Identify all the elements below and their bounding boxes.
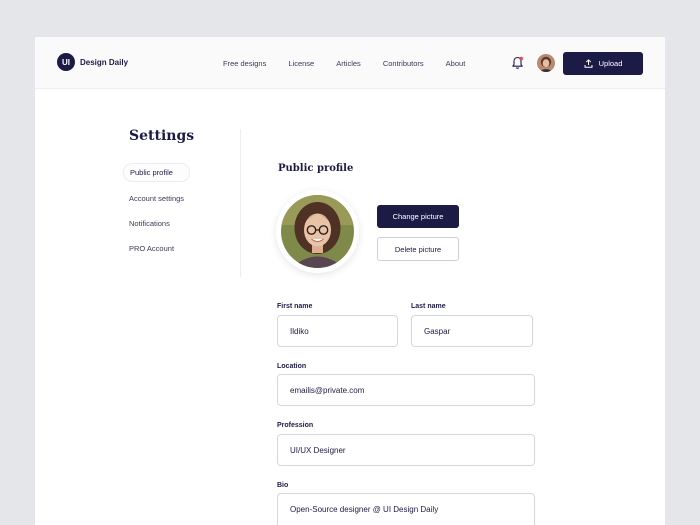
last-name-field[interactable]: Gaspar: [411, 315, 533, 347]
user-avatar[interactable]: [537, 54, 555, 72]
sidebar-item-account-settings[interactable]: Account settings: [123, 190, 190, 207]
page-title: Settings: [129, 128, 194, 144]
logo-mark: UI: [57, 53, 75, 71]
notification-dot: [519, 57, 523, 61]
profession-label: Profession: [277, 422, 313, 429]
sidebar-item-notifications[interactable]: Notifications: [123, 215, 190, 232]
first-name-field[interactable]: Ildiko: [277, 315, 398, 347]
bell-icon[interactable]: [511, 56, 524, 70]
delete-picture-button[interactable]: Delete picture: [377, 237, 459, 261]
section-title: Public profile: [278, 163, 353, 174]
nav-link-license[interactable]: License: [288, 59, 314, 68]
nav-link-contributors[interactable]: Contributors: [383, 59, 424, 68]
bio-field[interactable]: Open-Source designer @ UI Design Daily: [277, 493, 535, 525]
upload-button[interactable]: Upload: [563, 52, 643, 75]
location-field[interactable]: emailis@private.com: [277, 374, 535, 406]
last-name-label: Last name: [411, 303, 446, 310]
nav-link-free-designs[interactable]: Free designs: [223, 59, 266, 68]
sidebar-item-public-profile[interactable]: Public profile: [123, 163, 190, 182]
logo-text: Design Daily: [80, 58, 128, 67]
first-name-label: First name: [277, 303, 312, 310]
profile-picture: [276, 190, 359, 273]
nav-link-about[interactable]: About: [446, 59, 466, 68]
upload-label: Upload: [599, 59, 623, 68]
nav-link-articles[interactable]: Articles: [336, 59, 361, 68]
sidebar-divider: [240, 129, 241, 277]
upload-icon: [584, 59, 593, 68]
sidebar-item-pro-account[interactable]: PRO Account: [123, 240, 190, 257]
settings-sidebar: Public profile Account settings Notifica…: [123, 163, 190, 265]
change-picture-button[interactable]: Change picture: [377, 205, 459, 228]
app-window: UI Design Daily Free designs License Art…: [35, 37, 665, 525]
profession-field[interactable]: UI/UX Designer: [277, 434, 535, 466]
bio-label: Bio: [277, 482, 288, 489]
logo[interactable]: UI Design Daily: [57, 53, 128, 71]
top-navigation-bar: UI Design Daily Free designs License Art…: [35, 37, 665, 89]
main-nav: Free designs License Articles Contributo…: [223, 59, 487, 68]
location-label: Location: [277, 363, 306, 370]
